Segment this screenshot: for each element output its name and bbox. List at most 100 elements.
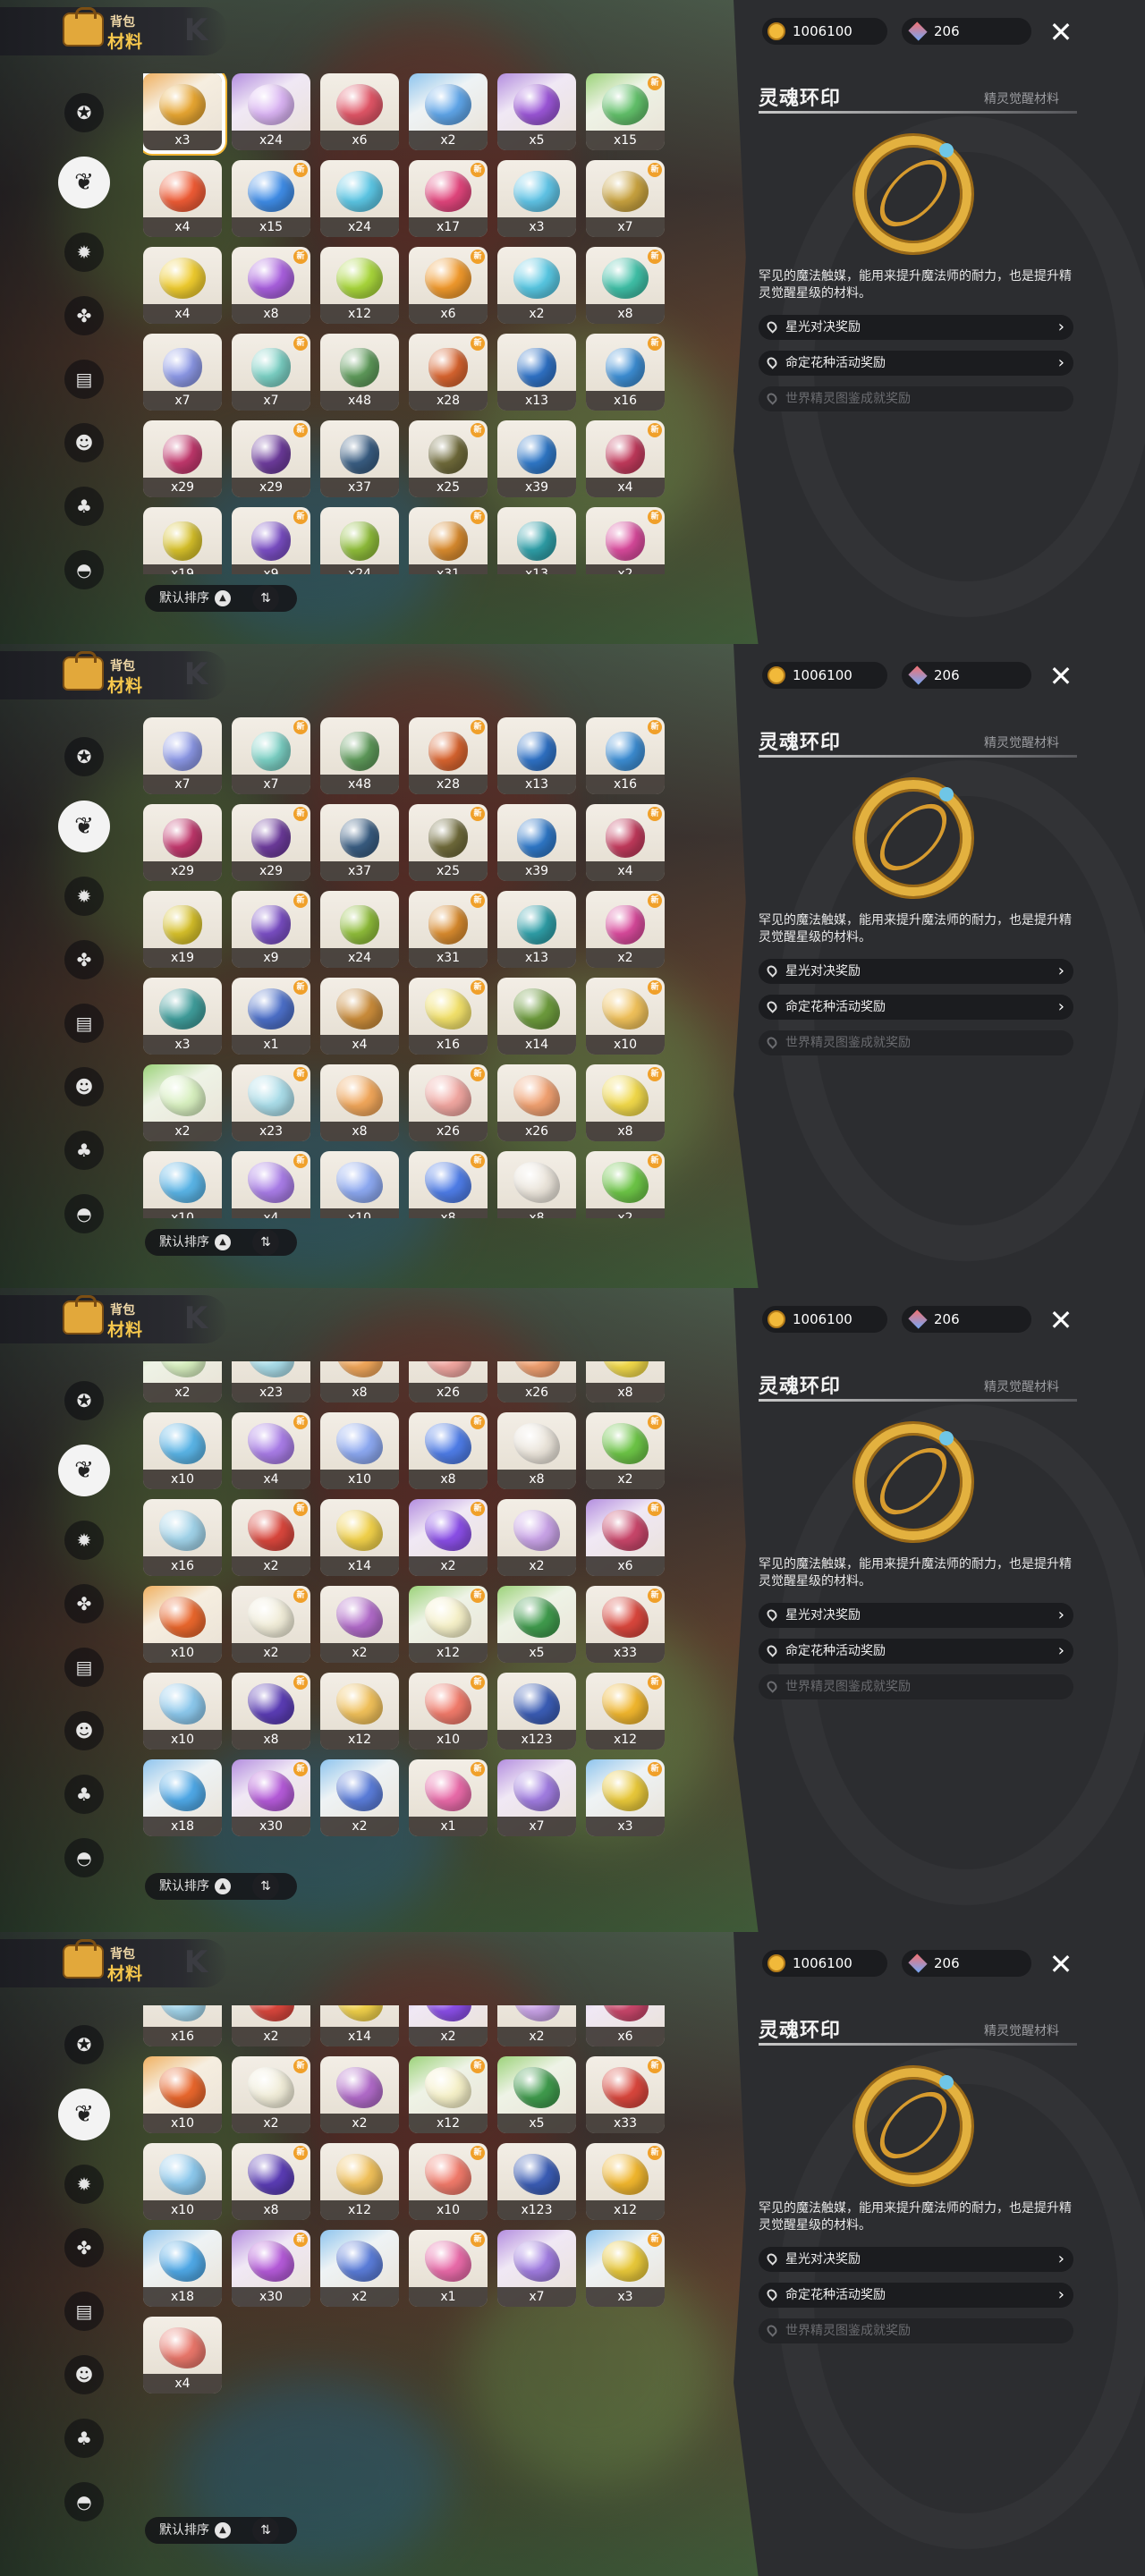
inventory-item[interactable]: 新x8 xyxy=(232,2143,310,2220)
leaf-icon[interactable]: ❦ xyxy=(58,2089,110,2140)
cookie-jar-icon[interactable]: ◓ xyxy=(64,550,104,589)
close-icon[interactable]: ✕ xyxy=(1045,660,1077,692)
source-star-duel[interactable]: 星光对决奖励 › xyxy=(759,2247,1073,2272)
inventory-item[interactable]: 新 x12 xyxy=(586,2143,665,2220)
inventory-item[interactable]: x123 xyxy=(497,1673,576,1750)
inventory-item[interactable]: x37 xyxy=(320,420,399,497)
inventory-item[interactable]: 新 x23 xyxy=(232,1064,310,1141)
inventory-item[interactable]: x2 xyxy=(320,1759,399,1836)
inventory-item[interactable]: 新x2 xyxy=(586,1412,665,1489)
inventory-item[interactable]: 新 x7 xyxy=(586,160,665,237)
inventory-item[interactable]: x123 xyxy=(497,2143,576,2220)
inventory-item[interactable]: x13 xyxy=(497,334,576,411)
inventory-item[interactable]: x48 xyxy=(320,717,399,794)
inventory-item[interactable]: x37 xyxy=(320,804,399,881)
item-grid[interactable]: x2新x23x8新x26x26新x8x10新x4x10新x8x8新x2x16新x… xyxy=(143,1361,680,1862)
inventory-item[interactable]: x19 xyxy=(143,507,222,574)
inventory-item[interactable]: x10 xyxy=(143,1673,222,1750)
inventory-item[interactable]: 新 x10 xyxy=(409,1673,488,1750)
sort-direction-icon[interactable]: ▲ xyxy=(215,2522,231,2538)
inventory-item[interactable]: x12 xyxy=(320,1673,399,1750)
inventory-item[interactable]: x2 xyxy=(409,73,488,150)
inventory-item[interactable]: x5 xyxy=(497,2056,576,2133)
inventory-item[interactable]: x10 xyxy=(143,2143,222,2220)
inventory-item[interactable]: 新x8 xyxy=(586,1361,665,1402)
book-icon[interactable]: ▤ xyxy=(64,1004,104,1043)
inventory-item[interactable]: x2 xyxy=(143,1361,222,1402)
inventory-item[interactable]: 新x8 xyxy=(586,1064,665,1141)
gear-icon[interactable]: ✹ xyxy=(64,877,104,916)
leaf-icon[interactable]: ❦ xyxy=(58,801,110,852)
inventory-item[interactable]: 新 x9 xyxy=(232,507,310,574)
inventory-item[interactable]: x2 xyxy=(320,2056,399,2133)
inventory-item[interactable]: 新 x16 xyxy=(586,717,665,794)
inventory-item[interactable]: x2 xyxy=(497,2005,576,2046)
inventory-item[interactable]: x2 xyxy=(143,1064,222,1141)
inventory-item[interactable]: 新x8 xyxy=(409,1412,488,1489)
inventory-item[interactable]: x5 xyxy=(497,1586,576,1663)
clover-icon[interactable]: ✤ xyxy=(64,296,104,335)
inventory-item[interactable]: 新 x31 xyxy=(409,507,488,574)
sort-swap-button[interactable]: ⇅ xyxy=(252,585,279,612)
inventory-item[interactable]: 新 x33 xyxy=(586,2056,665,2133)
acorn-icon[interactable]: ♣ xyxy=(64,487,104,526)
inventory-item[interactable]: x29 xyxy=(143,420,222,497)
inventory-item[interactable]: 新 x10 xyxy=(409,2143,488,2220)
inventory-item[interactable]: 新 x10 xyxy=(586,978,665,1055)
item-grid[interactable]: x16新x2x14新x2x2新x6x10新x2x2新x12x5新x33x10新x… xyxy=(143,2005,680,2506)
inventory-item[interactable]: x16 xyxy=(143,1499,222,1576)
close-icon[interactable]: ✕ xyxy=(1045,16,1077,48)
inventory-item[interactable]: x19 xyxy=(143,891,222,968)
inventory-item[interactable]: 新x6 xyxy=(586,2005,665,2046)
cat-face-icon[interactable]: ☻ xyxy=(64,1711,104,1750)
inventory-item[interactable]: x13 xyxy=(497,717,576,794)
inventory-item[interactable]: 新 x16 xyxy=(409,978,488,1055)
inventory-item[interactable]: x16 xyxy=(143,2005,222,2046)
leaf-icon[interactable]: ❦ xyxy=(58,157,110,208)
sort-direction-icon[interactable]: ▲ xyxy=(215,1234,231,1250)
inventory-item[interactable]: x48 xyxy=(320,334,399,411)
inventory-item[interactable]: x5 xyxy=(497,73,576,150)
inventory-item[interactable]: 新 x26 xyxy=(409,1064,488,1141)
source-star-duel[interactable]: 星光对决奖励 › xyxy=(759,315,1073,340)
inventory-item[interactable]: 新 x1 xyxy=(232,978,310,1055)
inventory-item[interactable]: 新x2 xyxy=(409,1499,488,1576)
cat-face-icon[interactable]: ☻ xyxy=(64,1067,104,1106)
inventory-item[interactable]: 新 x12 xyxy=(409,2056,488,2133)
book-icon[interactable]: ▤ xyxy=(64,2292,104,2331)
inventory-item[interactable]: x8 xyxy=(320,1064,399,1141)
inventory-item[interactable]: x4 xyxy=(143,2317,222,2394)
inventory-item[interactable]: x39 xyxy=(497,804,576,881)
inventory-item[interactable]: x12 xyxy=(320,2143,399,2220)
inventory-item[interactable]: 新 x25 xyxy=(409,420,488,497)
star-badge-icon[interactable]: ✪ xyxy=(64,1381,104,1420)
k-switch-icon[interactable]: K xyxy=(172,657,220,692)
inventory-item[interactable]: 新 x4 xyxy=(586,804,665,881)
acorn-icon[interactable]: ♣ xyxy=(64,1775,104,1814)
inventory-item[interactable]: x2 xyxy=(320,1586,399,1663)
inventory-item[interactable]: 新 x30 xyxy=(232,2230,310,2307)
source-star-duel[interactable]: 星光对决奖励 › xyxy=(759,1603,1073,1628)
inventory-item[interactable]: x8 xyxy=(497,1412,576,1489)
inventory-item[interactable]: x39 xyxy=(497,420,576,497)
inventory-item[interactable]: 新 x33 xyxy=(586,1586,665,1663)
inventory-item[interactable]: 新 x29 xyxy=(232,804,310,881)
k-switch-icon[interactable]: K xyxy=(172,1301,220,1336)
inventory-item[interactable]: 新 x1 xyxy=(409,2230,488,2307)
inventory-item[interactable]: x14 xyxy=(497,978,576,1055)
inventory-item[interactable]: x10 xyxy=(143,1412,222,1489)
inventory-item[interactable]: x7 xyxy=(143,334,222,411)
inventory-item[interactable]: x13 xyxy=(497,891,576,968)
inventory-item[interactable]: 新x8 xyxy=(232,247,310,324)
inventory-item[interactable]: x12 xyxy=(320,247,399,324)
sort-direction-icon[interactable]: ▲ xyxy=(215,1878,231,1894)
inventory-item[interactable]: 新x2 xyxy=(409,2005,488,2046)
cat-face-icon[interactable]: ☻ xyxy=(64,423,104,462)
source-flower-event[interactable]: 命定花种活动奖励 › xyxy=(759,351,1073,376)
source-flower-event[interactable]: 命定花种活动奖励 › xyxy=(759,2283,1073,2308)
inventory-item[interactable]: 新 x7 xyxy=(232,717,310,794)
cookie-jar-icon[interactable]: ◓ xyxy=(64,1838,104,1877)
inventory-item[interactable]: x10 xyxy=(143,1586,222,1663)
inventory-item[interactable]: 新 x3 xyxy=(586,2230,665,2307)
inventory-item[interactable]: 新x8 xyxy=(232,1673,310,1750)
